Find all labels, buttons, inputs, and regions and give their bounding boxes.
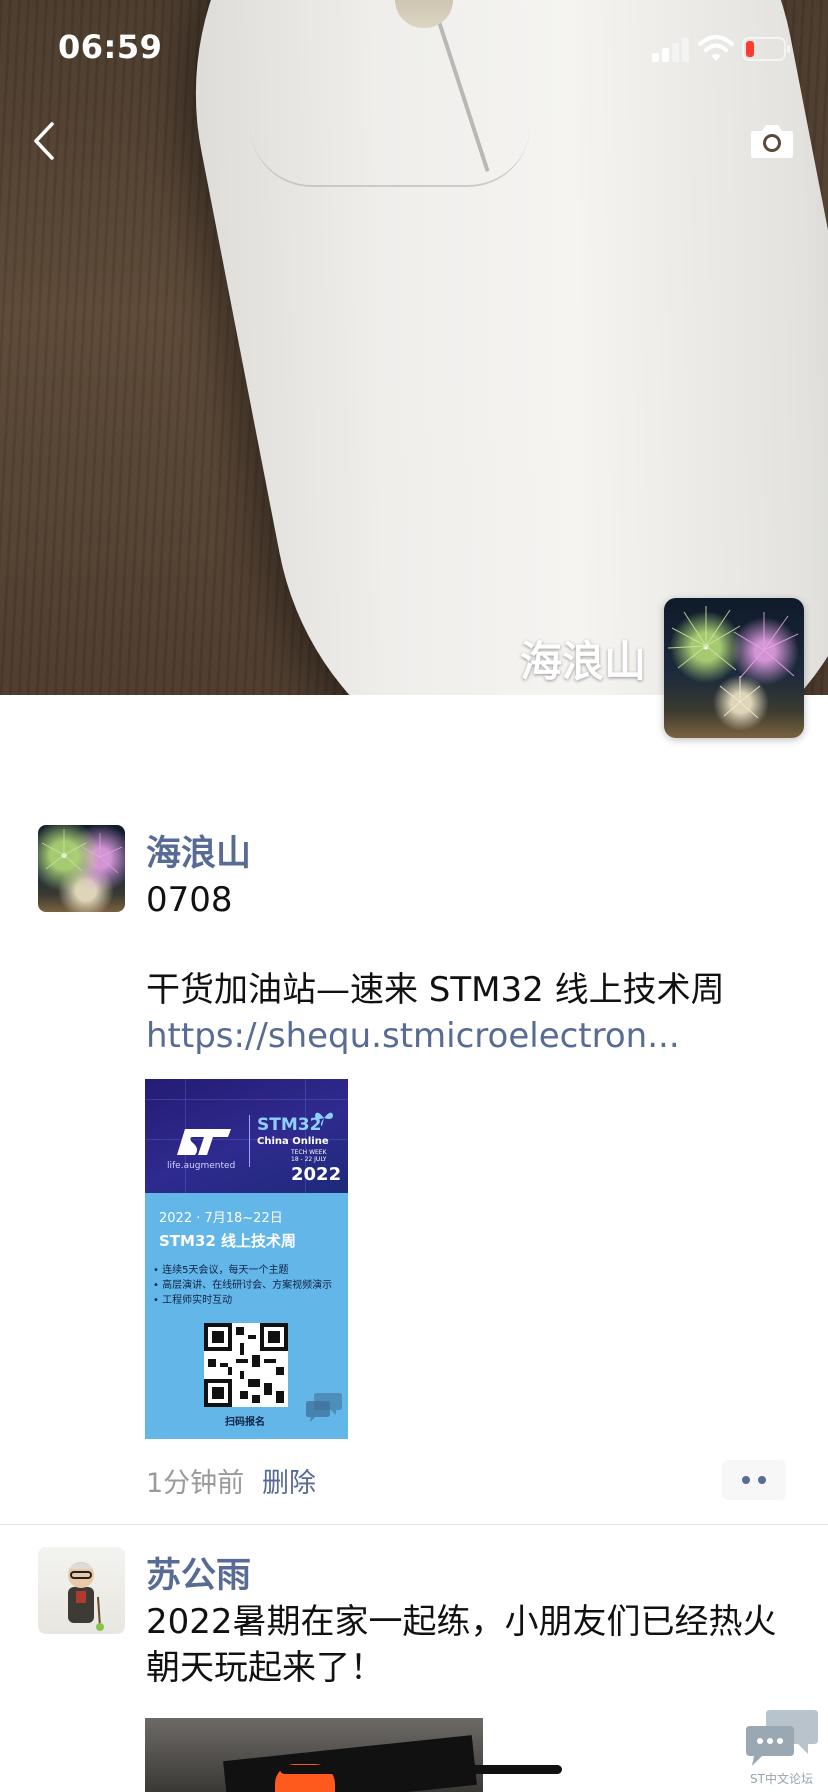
poster-bullets: • 连续5天会议，每天一个主题 • 高层演讲、在线研讨会、方案视频演示 • 工程… [153,1263,332,1308]
post-delete-button[interactable]: 删除 [262,1461,316,1500]
cover-mouse-shape [144,0,828,695]
post-text: 2022暑期在家一起练，小朋友们已经热火朝天玩起来了！ [146,1602,777,1688]
old-man-avatar-image [68,1562,104,1631]
author-avatar[interactable] [38,825,125,912]
post-text-line1: 0708 [146,880,233,920]
forum-chat-icon [306,1393,342,1422]
more-options-button[interactable] [722,1460,786,1500]
more-dot-icon [742,1476,750,1484]
poster-bullet: • 连续5天会议，每天一个主题 [153,1265,289,1276]
forum-watermark: ST中文论坛 [744,1706,820,1786]
post-link[interactable]: https://shequ.stmicroelectron... [146,1016,680,1056]
st-logo-icon [177,1129,231,1155]
poster-bullet: • 高层演讲、在线研讨会、方案视频演示 [153,1280,333,1291]
moments-page: 06:59 海浪山 海浪山 0708 干货加油站—速来 STM32 线上技术周 … [0,0,828,1792]
post-author[interactable]: 苏公雨 [146,1547,251,1598]
author-avatar[interactable] [38,1547,125,1634]
moments-feed: 海浪山 0708 干货加油站—速来 STM32 线上技术周 https://sh… [0,695,828,1792]
post-image-photo[interactable] [145,1718,483,1792]
poster-date: 2022 · 7月18~22日 [159,1211,283,1226]
poster-small-text-1: TECH WEEK [291,1149,327,1156]
post-author[interactable]: 海浪山 [146,825,251,876]
qr-code-icon [204,1323,288,1407]
profile-name[interactable]: 海浪山 [520,628,646,689]
post-text-body: 干货加油站—速来 STM32 线上技术周 https://shequ.stmic… [146,967,786,1059]
chevron-left-icon[interactable] [28,118,64,164]
camera-icon[interactable] [748,121,796,161]
forum-watermark-label: ST中文论坛 [750,1772,813,1786]
cover-mouse-edge [250,125,530,187]
poster-header: life.augmented STM32 China Online TECH W… [145,1079,348,1193]
poster-small-text-2: 18 - 22 JULY [291,1156,327,1163]
poster-title: STM32 线上技术周 [159,1232,297,1250]
butterfly-icon [315,1112,333,1126]
signal-icon [652,36,690,62]
poster-subtitle: China Online [257,1136,329,1147]
moment-post: 海浪山 0708 干货加油站—速来 STM32 线上技术周 https://sh… [0,695,828,1525]
poster-scan-label: 扫码报名 [225,1417,265,1428]
poster-brand: STM32 [257,1115,322,1135]
more-dot-icon [758,1476,766,1484]
post-text-main: 干货加油站—速来 STM32 线上技术周 [146,970,725,1010]
poster-tagline: life.augmented [167,1161,236,1171]
battery-low-icon [742,37,790,61]
poster-divider [249,1115,250,1167]
forum-chat-icon [746,1710,818,1766]
status-bar: 06:59 [0,0,828,100]
poster-small-text: TECH WEEK 18 - 22 JULY [291,1149,327,1163]
home-indicator[interactable] [280,1765,562,1774]
poster-bullet: • 工程师实时互动 [153,1295,233,1306]
post-image-poster[interactable]: life.augmented STM32 China Online TECH W… [145,1079,348,1439]
poster-year: 2022 [291,1164,342,1185]
status-time: 06:59 [58,28,163,66]
cover-photo[interactable]: 06:59 海浪山 [0,0,828,695]
post-timestamp: 1分钟前 [146,1468,245,1499]
fireworks-avatar-image [41,829,123,874]
wifi-icon [698,35,734,61]
